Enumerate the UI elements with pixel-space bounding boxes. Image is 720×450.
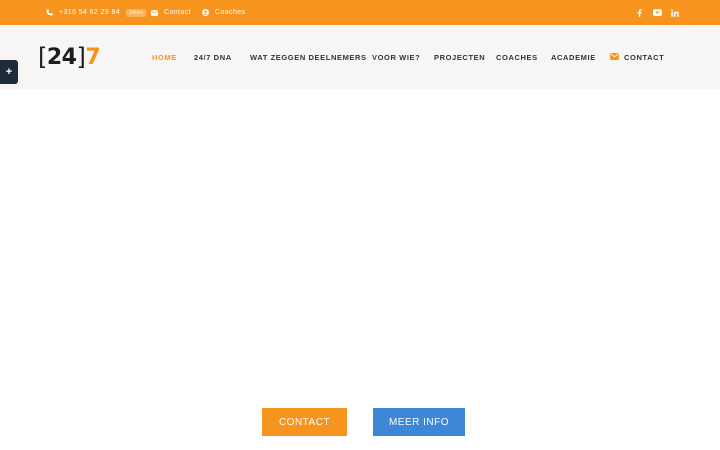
linkedin-link[interactable] (668, 0, 682, 25)
topbar-phone-number: +316 54 62 29 84 (59, 9, 121, 16)
plus-icon: + (5, 66, 13, 78)
envelope-icon (610, 52, 619, 62)
nav-item-contact[interactable]: CONTACT (610, 25, 664, 89)
facebook-icon (637, 8, 642, 17)
linkedin-icon (671, 8, 679, 17)
phone-icon (46, 9, 53, 16)
nav-item-home[interactable]: HOME (152, 25, 177, 89)
envelope-icon (151, 9, 158, 16)
nav-item-coaches[interactable]: COACHES (496, 25, 538, 89)
youtube-icon (652, 9, 662, 16)
topbar-coaches-label: Coaches (215, 9, 246, 16)
user-circle-icon (202, 9, 209, 16)
nav-item-dna[interactable]: 24/7 DNA (194, 25, 232, 89)
topbar-phone-link[interactable]: +316 54 62 29 84 24hrs (46, 0, 147, 25)
nav-item-contact-label: CONTACT (624, 52, 665, 62)
main-header: [ 24 ] 7 HOME 24/7 DNA WAT ZEGGEN DEELNE… (0, 25, 720, 89)
topbar-contact-label: Contact (164, 9, 191, 16)
topbar-contact-link[interactable]: Contact (151, 0, 191, 25)
sliding-bar-toggle[interactable]: + (0, 60, 18, 84)
top-bar: +316 54 62 29 84 24hrs Contact Coaches (0, 0, 720, 25)
hero-contact-button[interactable]: CONTACT (262, 408, 347, 436)
nav-item-academie[interactable]: ACADEMIE (551, 25, 596, 89)
phone-hours-badge: 24hrs (126, 8, 147, 17)
hero-more-info-button[interactable]: MEER INFO (373, 408, 465, 436)
nav-item-projecten[interactable]: PROJECTEN (434, 25, 485, 89)
main-nav: HOME 24/7 DNA WAT ZEGGEN DEELNEMERS VOOR… (0, 25, 720, 89)
nav-item-voor-wie[interactable]: VOOR WIE? (372, 25, 420, 89)
nav-item-testimonials[interactable]: WAT ZEGGEN DEELNEMERS (250, 25, 367, 89)
topbar-coaches-link[interactable]: Coaches (202, 0, 245, 25)
facebook-link[interactable] (632, 0, 646, 25)
youtube-link[interactable] (650, 0, 664, 25)
